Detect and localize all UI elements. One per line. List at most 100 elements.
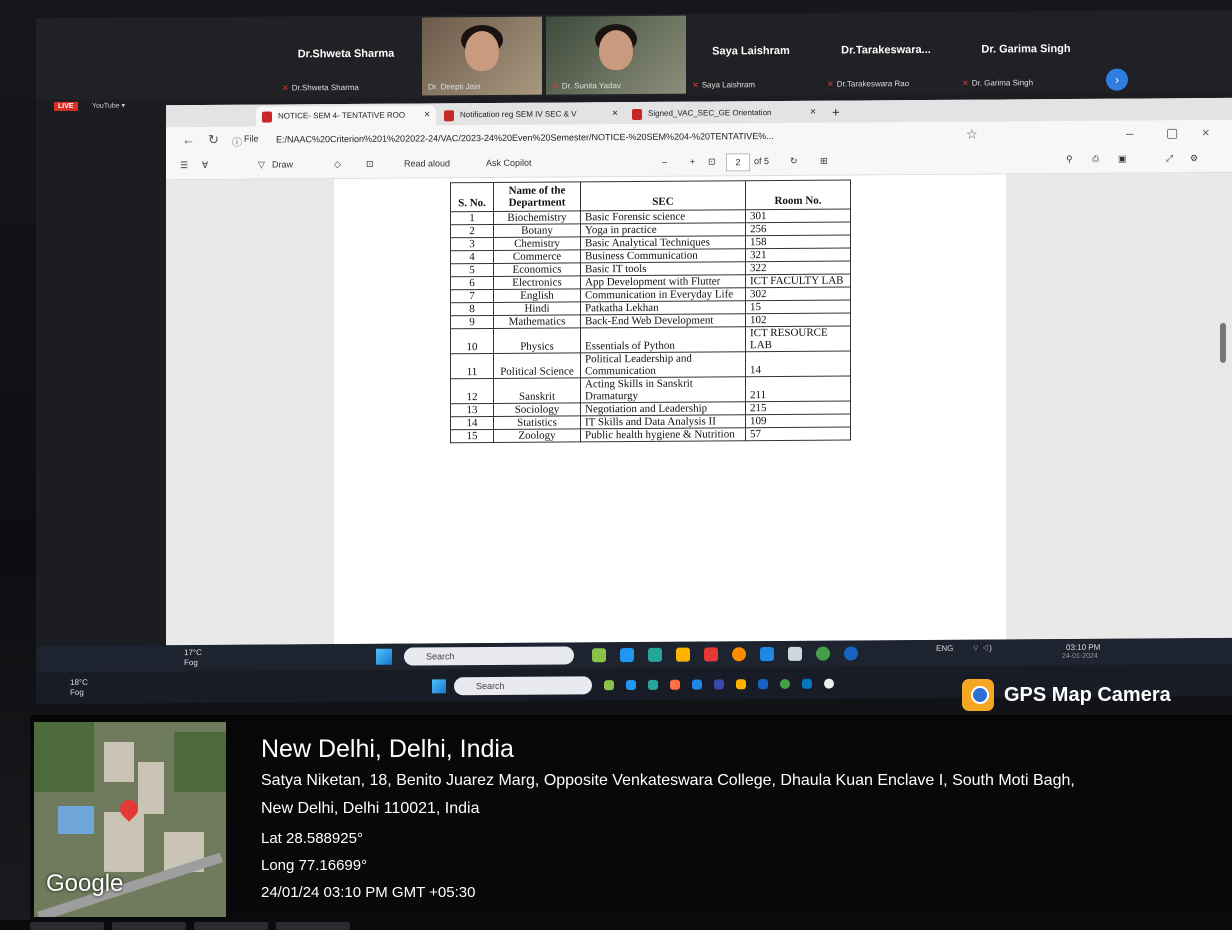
participant-tile[interactable]: Saya Laishram ✕ Saya Laishram [686,15,816,94]
page-total: of 5 [754,156,770,167]
cell-room: 302 [745,286,851,301]
cell-department: Electronics [493,275,581,290]
address-line-1: Satya Niketan, 18, Benito Juarez Marg, O… [261,772,1075,789]
cell-room: 15 [745,299,851,314]
notepad-icon[interactable] [788,646,802,661]
app-icon[interactable] [758,679,768,690]
close-icon[interactable]: × [424,105,430,125]
window-close-icon[interactable]: × [1202,125,1210,140]
cell-sec: Negotiation and Leadership [580,401,746,416]
edge-icon[interactable] [620,648,634,663]
info-icon[interactable]: ⓘ [232,134,242,149]
tab-notification[interactable]: Notification reg SEM IV SEC & V × [438,104,624,125]
app-icon[interactable] [760,647,774,662]
expand-icon[interactable]: ⤢ [1166,153,1173,164]
participant-video-tile[interactable]: ✕ Dr. Sunita Yadav [546,15,686,95]
print-icon[interactable]: ⎙ [1092,154,1099,165]
highlight-icon[interactable]: ∀ [202,160,208,171]
read-aloud-button[interactable]: Read aloud [404,158,450,168]
browser-icon[interactable] [816,646,830,661]
cell-room: 57 [745,426,851,441]
page-view-icon[interactable]: ⊞ [820,156,828,167]
search-label: Search [476,680,505,692]
zoom-out-button[interactable]: – [662,157,667,167]
browser-icon[interactable] [780,678,790,689]
app-icon[interactable] [670,679,680,690]
draw-button[interactable]: Draw [272,159,293,169]
participant-name: Dr.Tarakeswara... [841,43,931,57]
participant-tile[interactable]: Dr. Garima Singh ✕ Dr. Garima Singh [956,13,1096,92]
back-arrow-icon[interactable]: ← [182,132,195,147]
meet-icon[interactable] [844,646,858,661]
favorite-star-icon[interactable]: ☆ [966,127,978,143]
cell-sec: Business Communication [580,248,746,263]
folder-icon[interactable] [676,647,690,662]
file-explorer-icon[interactable] [592,648,606,663]
participant-tile[interactable]: Dr.Tarakeswara... ✕ Dr.Tarakeswara Rao [821,14,951,93]
youtube-dropdown[interactable]: YouTube ▾ [92,102,125,110]
google-logo: Google [46,870,124,897]
cell-sno: 4 [450,250,494,264]
draw-icon[interactable]: ▽ [258,160,265,171]
cell-sec: Communication in Everyday Life [580,287,746,302]
header-sno: S. No. [450,182,494,212]
location-city: New Delhi, Delhi, India [261,735,514,763]
new-tab-button[interactable]: + [826,102,850,122]
taskbar-search[interactable]: Search [454,676,592,696]
participant-tile[interactable]: Dr.Shweta Sharma ✕ Dr.Shweta Sharma [276,18,416,97]
taskbar-search[interactable]: Search [404,646,574,666]
fit-page-icon[interactable]: ⊡ [708,156,716,167]
cell-department: Political Science [493,352,581,379]
app-icon[interactable] [704,647,718,662]
ask-copilot-button[interactable]: Ask Copilot [486,158,532,168]
header-department: Name of the Department [493,181,581,212]
cell-sno: 14 [450,416,494,430]
cell-department: Statistics [493,415,581,430]
folder-icon[interactable] [736,679,746,690]
cell-sec: Basic Forensic science [580,209,746,224]
page-number-input[interactable]: 2 [726,153,750,172]
search-icon[interactable]: ⚲ [1066,154,1073,165]
rotate-icon[interactable]: ↻ [790,156,798,167]
wifi-volume-icon[interactable]: ⌔ ◁) [972,644,992,654]
close-icon[interactable]: × [612,104,618,124]
clock-time[interactable]: 03:10 PM [1066,643,1100,652]
chrome-icon[interactable] [732,647,746,662]
participant-label: Saya Laishram [701,80,756,90]
language-indicator[interactable]: ENG [936,644,953,653]
url-field[interactable]: E:/NAAC%20Criterion%201%202022-24/VAC/20… [276,126,896,148]
cell-room: 321 [745,247,851,262]
cell-sec: IT Skills and Data Analysis II [580,414,746,429]
windows-start-icon[interactable] [432,679,446,694]
store-icon[interactable] [648,647,662,662]
settings-gear-icon[interactable]: ⚙ [1190,153,1198,164]
app-icon[interactable] [714,679,724,690]
tab-signed-vac[interactable]: Signed_VAC_SEC_GE Orientation × [626,103,822,124]
participant-label: Dr. Sunita Yadav [561,81,621,91]
next-participants-arrow-icon[interactable]: › [1106,68,1128,91]
file-explorer-icon[interactable] [604,680,614,691]
edge-icon[interactable] [626,679,636,691]
cell-sno: 1 [450,211,494,225]
close-icon[interactable]: × [810,103,816,123]
participant-label: Dr. Deepti Jain [428,82,481,92]
minimize-icon[interactable]: – [1126,126,1133,141]
participant-video-tile[interactable]: Dr. Deepti Jain [422,16,542,96]
restore-icon[interactable]: ▢ [1166,125,1178,141]
play-icon[interactable] [824,678,834,689]
refresh-icon[interactable]: ↻ [208,132,219,148]
app-icon[interactable] [692,679,702,690]
weather-desc: Fog [70,687,84,697]
windows-start-icon[interactable] [376,648,392,665]
scrollbar-thumb[interactable] [1220,322,1226,363]
tab-notice[interactable]: NOTICE- SEM 4- TENTATIVE ROO × [256,105,436,127]
save-icon[interactable]: ▣ [1118,154,1127,165]
zoom-in-button[interactable]: + [690,157,695,167]
eraser-icon[interactable]: ◇ [334,159,341,170]
store-icon[interactable] [648,679,658,690]
cell-department: Economics [493,262,581,277]
app-icon[interactable] [802,678,812,689]
table-row: 12 Sanskrit Acting Skills in Sanskrit Dram… [450,375,851,404]
text-box-icon[interactable]: ⊡ [366,159,374,170]
contents-icon[interactable]: ☰ [180,160,188,171]
